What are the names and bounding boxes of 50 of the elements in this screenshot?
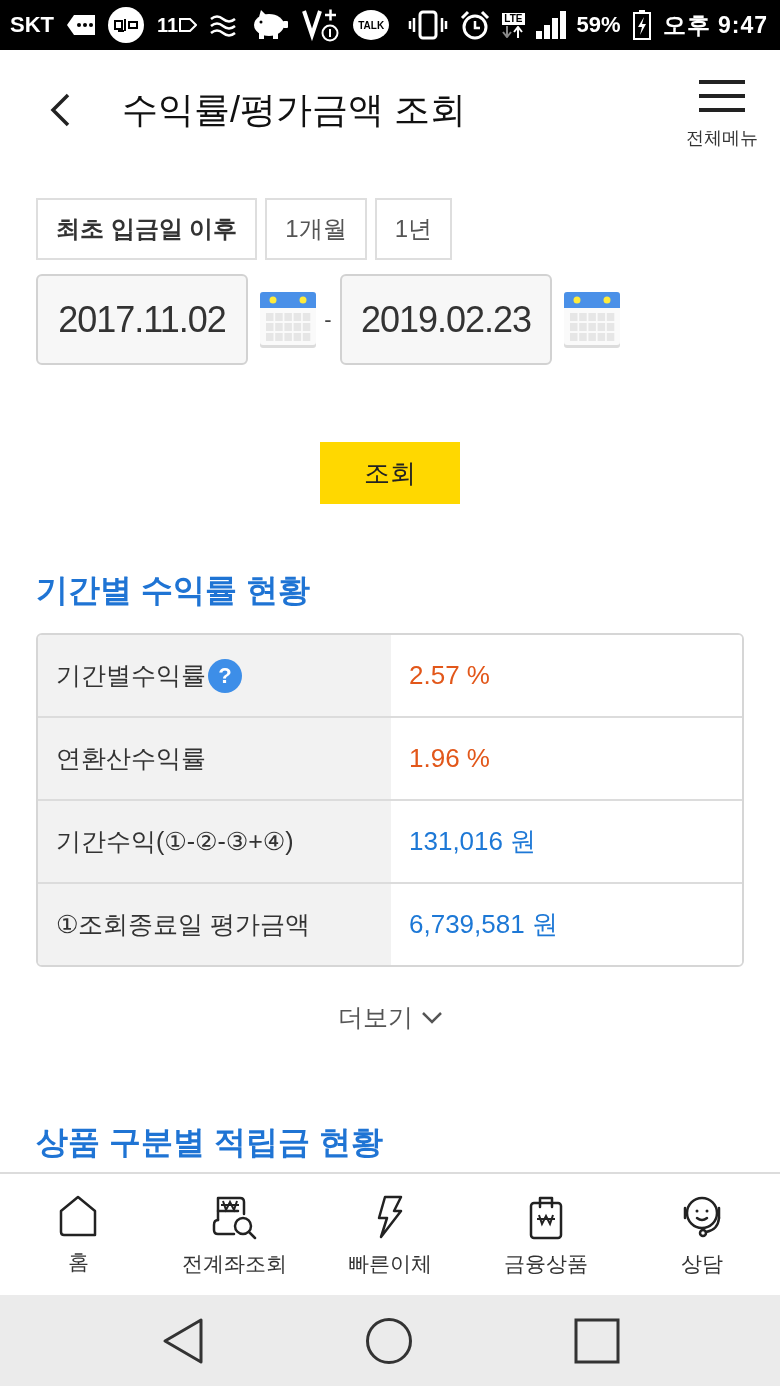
period-tab[interactable]: 최초 입금일 이후 (36, 198, 258, 260)
row-value: 1.96 % (409, 743, 490, 774)
recents-square-icon[interactable] (573, 1317, 620, 1364)
period-tab[interactable]: 1개월 (265, 198, 367, 260)
row-value: 2.57 % (409, 660, 490, 691)
nav-item[interactable]: 홈 (0, 1174, 156, 1295)
network-type-label: LTE (502, 12, 525, 25)
vibrate-icon (408, 10, 449, 40)
row-label: 연환산수익률 (56, 743, 206, 774)
back-button[interactable] (48, 92, 72, 128)
date-field[interactable]: 2017.11.02 (36, 274, 248, 365)
row-label: ①조회종료일 평가금액 (56, 909, 311, 940)
nav-item[interactable]: 전계좌조회 (156, 1174, 312, 1295)
clock-time: 오후 9:47 (662, 10, 768, 40)
inquiry-button[interactable]: 조회 (320, 442, 460, 504)
message-tag-icon (67, 15, 95, 35)
back-icon (48, 92, 72, 128)
nav-item[interactable]: 상담 (624, 1174, 780, 1295)
row-value: 6,739,581 원 (409, 908, 558, 941)
chat-badge: TALK (353, 10, 390, 40)
circle-logo-icon (108, 7, 144, 43)
battery-percentage: 59% (576, 12, 621, 38)
row-label: 기간수익(①-②-③+④) (56, 826, 294, 857)
nav-item[interactable]: 금융상품 (468, 1174, 624, 1295)
data-arrows-icon (502, 25, 525, 38)
period-tab[interactable]: 1년 (374, 198, 453, 260)
row-value: 131,016 원 (409, 825, 537, 858)
more-button[interactable]: 더보기 (337, 1001, 443, 1034)
shopping-app-label: 11 (157, 13, 179, 37)
chevron-down-icon (420, 1011, 443, 1024)
page-title: 수익률/평가금액 조회 (122, 87, 467, 132)
date-field[interactable]: 2019.02.23 (340, 274, 552, 365)
section-title: 상품 구분별 적립금 현황 (36, 1123, 384, 1162)
calendar-icon[interactable] (564, 291, 620, 348)
section-title: 기간별 수익률 현황 (36, 571, 311, 610)
menu-button[interactable]: 전체메뉴 (686, 80, 758, 150)
carrier-name: SKT (10, 12, 54, 38)
battery-charging-icon (631, 9, 652, 41)
nav-item[interactable]: 빠른이체 (312, 1174, 468, 1295)
v-plus-icon (302, 8, 341, 42)
arrow-tag-icon (179, 18, 198, 32)
range-separator: - (323, 306, 333, 333)
signal-icon (535, 11, 566, 39)
calendar-icon[interactable] (260, 291, 316, 348)
menu-icon (699, 80, 745, 112)
waves-icon (210, 13, 237, 37)
document-search-icon (210, 1194, 258, 1240)
row-label: 기간별수익률 (56, 660, 206, 691)
alarm-clock-icon (459, 9, 492, 41)
home-circle-icon[interactable] (365, 1316, 413, 1365)
